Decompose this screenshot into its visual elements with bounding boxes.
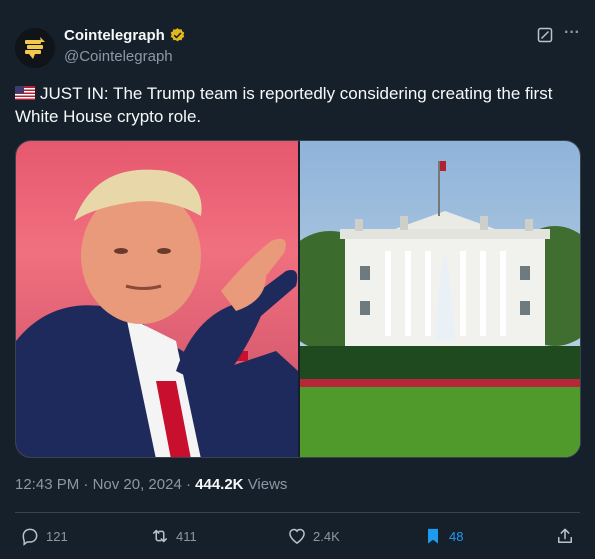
divider	[15, 512, 580, 513]
person-illustration	[16, 169, 298, 457]
tweet-media[interactable]	[15, 140, 581, 458]
action-bar: 121 411 2.4K 48	[15, 522, 580, 552]
repost-button[interactable]: 411	[150, 526, 197, 546]
bookmark-button[interactable]: 48	[423, 526, 463, 546]
reply-count: 121	[46, 528, 68, 544]
grok-icon[interactable]	[537, 27, 553, 43]
tweet: Cointelegraph @Cointelegraph ··· JUST IN…	[0, 0, 595, 559]
bookmark-filled-icon	[428, 528, 438, 544]
reply-icon	[22, 528, 38, 546]
author-name-text[interactable]: Cointelegraph	[64, 27, 165, 44]
heart-icon	[289, 528, 305, 544]
tweet-meta: 12:43 PM · Nov 20, 2024 · 444.2K Views	[15, 476, 287, 493]
tweet-text: JUST IN: The Trump team is reportedly co…	[15, 82, 580, 128]
photo-person-pointing[interactable]	[16, 141, 298, 457]
repost-icon	[153, 529, 167, 543]
tweet-date[interactable]: Nov 20, 2024	[93, 476, 182, 493]
tweet-text-body: JUST IN: The Trump team is reportedly co…	[15, 84, 553, 126]
reply-button[interactable]: 121	[20, 526, 68, 546]
like-button[interactable]: 2.4K	[287, 526, 340, 546]
author-handle[interactable]: @Cointelegraph	[64, 48, 173, 65]
meta-separator: ·	[83, 476, 89, 493]
views-count[interactable]: 444.2K	[195, 476, 243, 493]
author-name[interactable]: Cointelegraph	[64, 27, 186, 44]
repost-count: 411	[176, 528, 197, 544]
views-label: Views	[247, 476, 288, 493]
photo-white-house[interactable]	[275, 141, 580, 457]
like-count: 2.4K	[313, 528, 340, 544]
meta-separator-2: ·	[185, 476, 191, 493]
white-house-illustration	[275, 141, 580, 457]
gold-verified-badge-icon	[170, 28, 185, 42]
bookmark-count: 48	[449, 528, 464, 544]
avatar[interactable]	[15, 28, 55, 68]
share-button[interactable]	[555, 526, 575, 546]
cointelegraph-logo-icon	[25, 37, 45, 59]
us-flag-icon	[15, 86, 35, 100]
more-options-icon[interactable]: ···	[564, 24, 580, 42]
tweet-time[interactable]: 12:43 PM	[15, 476, 79, 493]
share-icon	[558, 528, 572, 543]
